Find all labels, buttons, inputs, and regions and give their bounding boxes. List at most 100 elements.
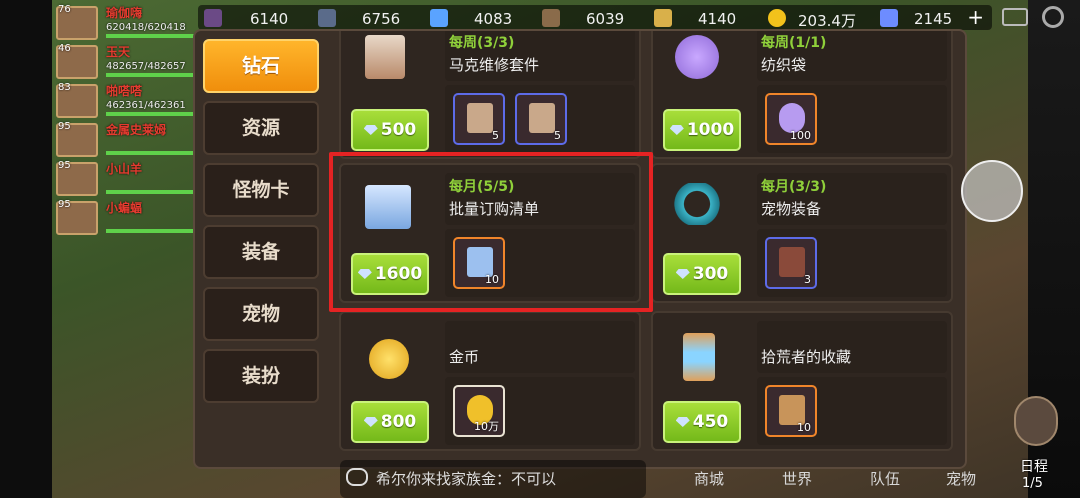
reward-slot[interactable]: 5: [515, 93, 567, 145]
chat-bar[interactable]: 希尔你来找家族金：不可以: [340, 460, 646, 498]
resource-value: 4083: [474, 10, 513, 28]
resource-value: 4140: [698, 10, 737, 28]
tab-pets[interactable]: 宠物: [203, 287, 319, 341]
price: 800: [380, 412, 417, 432]
hp-bar-fill: [106, 73, 198, 77]
purchase-limit: 每周(3/3): [449, 35, 515, 51]
reward-slot[interactable]: 3: [765, 237, 817, 289]
repair-kit-icon: [529, 103, 555, 133]
hp-bar: [106, 190, 198, 194]
quick-action-button[interactable]: [961, 160, 1023, 222]
party-level: 46: [58, 43, 71, 54]
resource-bar: 6140 6756 4083 6039 4140 203.4万 2145 +: [198, 5, 992, 30]
resource-icon-1: [204, 9, 222, 27]
hp-bar-fill: [106, 190, 198, 194]
buy-button[interactable]: 1000: [663, 109, 741, 151]
party-member[interactable]: 95 小山羊: [52, 160, 198, 199]
mystery-chest-icon: [779, 247, 805, 277]
shop-item-card[interactable]: 金币 800 10万: [339, 311, 641, 451]
party-name: 小蝙蝠: [106, 201, 143, 215]
buy-button[interactable]: 800: [351, 401, 429, 443]
party-name: 瑜伽嗨: [106, 6, 143, 20]
party-name: 金属史莱姆: [106, 123, 167, 137]
reward-qty: 3: [804, 273, 811, 286]
tab-equipment[interactable]: 装备: [203, 225, 319, 279]
resource-value: 2145: [914, 10, 953, 28]
gear-icon[interactable]: [1042, 6, 1064, 28]
schedule-avatar-icon: [1014, 396, 1058, 446]
buy-button[interactable]: 300: [663, 253, 741, 295]
item-name: 金币: [449, 348, 480, 366]
left-edge: [0, 0, 52, 498]
diamond-icon: [675, 417, 690, 427]
shop-item-card[interactable]: 每周(3/3) 马克维修套件 500 5 5: [339, 31, 641, 159]
gold-coin-icon: [369, 339, 409, 379]
party-member[interactable]: 95 小蝙蝠: [52, 199, 198, 238]
schedule-label: 日程: [1020, 459, 1048, 475]
item-name: 宠物装备: [761, 200, 822, 218]
tab-diamond[interactable]: 钻石: [203, 39, 319, 93]
resource-value: 203.4万: [798, 12, 856, 30]
item-name: 马克维修套件: [449, 56, 540, 74]
party-member[interactable]: 83 啪嗒嗒 462361/462361: [52, 82, 198, 121]
party-list: 76 瑜伽嗨 620418/620418 46 玉天 482657/482657 83 啪嗒嗒…: [52, 4, 198, 238]
party-hp: 462361/462361: [106, 100, 186, 111]
price: 300: [692, 264, 729, 284]
reward-slot[interactable]: 10: [765, 385, 817, 437]
party-member[interactable]: 76 瑜伽嗨 620418/620418: [52, 4, 198, 43]
selection-highlight: [329, 152, 653, 312]
gold-coin-icon: [768, 9, 786, 27]
party-hp: 482657/482657: [106, 61, 186, 72]
menu-world[interactable]: 世界: [782, 468, 812, 489]
diamond-icon: [880, 9, 898, 27]
diamond-icon: [363, 417, 378, 427]
tab-monster-cards[interactable]: 怪物卡: [203, 163, 319, 217]
resource-value: 6039: [586, 10, 625, 28]
price: 500: [380, 120, 417, 140]
hp-bar: [106, 151, 198, 155]
bottom-menu: 商城 世界 队伍 宠物: [690, 462, 990, 498]
diamond-icon: [669, 125, 684, 135]
tab-costumes[interactable]: 装扮: [203, 349, 319, 403]
resource-icon-2: [318, 9, 336, 27]
reward-slot[interactable]: 10万: [453, 385, 505, 437]
hp-bar: [106, 229, 198, 233]
menu-shop[interactable]: 商城: [694, 468, 724, 489]
menu-pets[interactable]: 宠物: [946, 468, 976, 489]
hp-bar-fill: [106, 34, 198, 38]
party-member[interactable]: 95 金属史莱姆: [52, 121, 198, 160]
party-level: 95: [58, 160, 71, 171]
resource-icon-4: [542, 9, 560, 27]
tab-resources[interactable]: 资源: [203, 101, 319, 155]
reward-qty: 100: [790, 129, 811, 142]
schedule-count: 1/5: [1022, 476, 1043, 491]
yarn-ball-icon: [675, 35, 719, 79]
diamond-icon: [675, 269, 690, 279]
mail-icon[interactable]: [1002, 8, 1028, 26]
shop-item-card[interactable]: 每周(1/1) 纺织袋 1000 100: [651, 31, 953, 159]
item-name: 纺织袋: [761, 56, 807, 74]
shop-item-card[interactable]: 每月(3/3) 宠物装备 300 3: [651, 163, 953, 303]
repair-kit-icon: [467, 103, 493, 133]
reward-slot[interactable]: 5: [453, 93, 505, 145]
price: 450: [692, 412, 729, 432]
reward-qty: 5: [492, 129, 499, 142]
hp-bar: [106, 112, 198, 116]
buy-button[interactable]: 500: [351, 109, 429, 151]
reward-slot[interactable]: 100: [765, 93, 817, 145]
crystal-icon: [430, 9, 448, 27]
hourglass-icon: [683, 333, 715, 381]
party-member[interactable]: 46 玉天 482657/482657: [52, 43, 198, 82]
shop-item-card[interactable]: 拾荒者的收藏 450 10: [651, 311, 953, 451]
menu-team[interactable]: 队伍: [870, 468, 900, 489]
price: 1000: [686, 120, 735, 140]
reward-qty: 10: [797, 421, 811, 434]
schedule-button[interactable]: 日程 1/5: [1010, 392, 1062, 498]
item-name: 拾荒者的收藏: [761, 348, 852, 366]
add-diamond-button[interactable]: +: [967, 7, 984, 27]
hp-bar-fill: [106, 112, 198, 116]
buy-button[interactable]: 450: [663, 401, 741, 443]
hp-bar-fill: [106, 151, 198, 155]
repair-kit-icon: [365, 35, 405, 79]
hp-bar: [106, 34, 198, 38]
